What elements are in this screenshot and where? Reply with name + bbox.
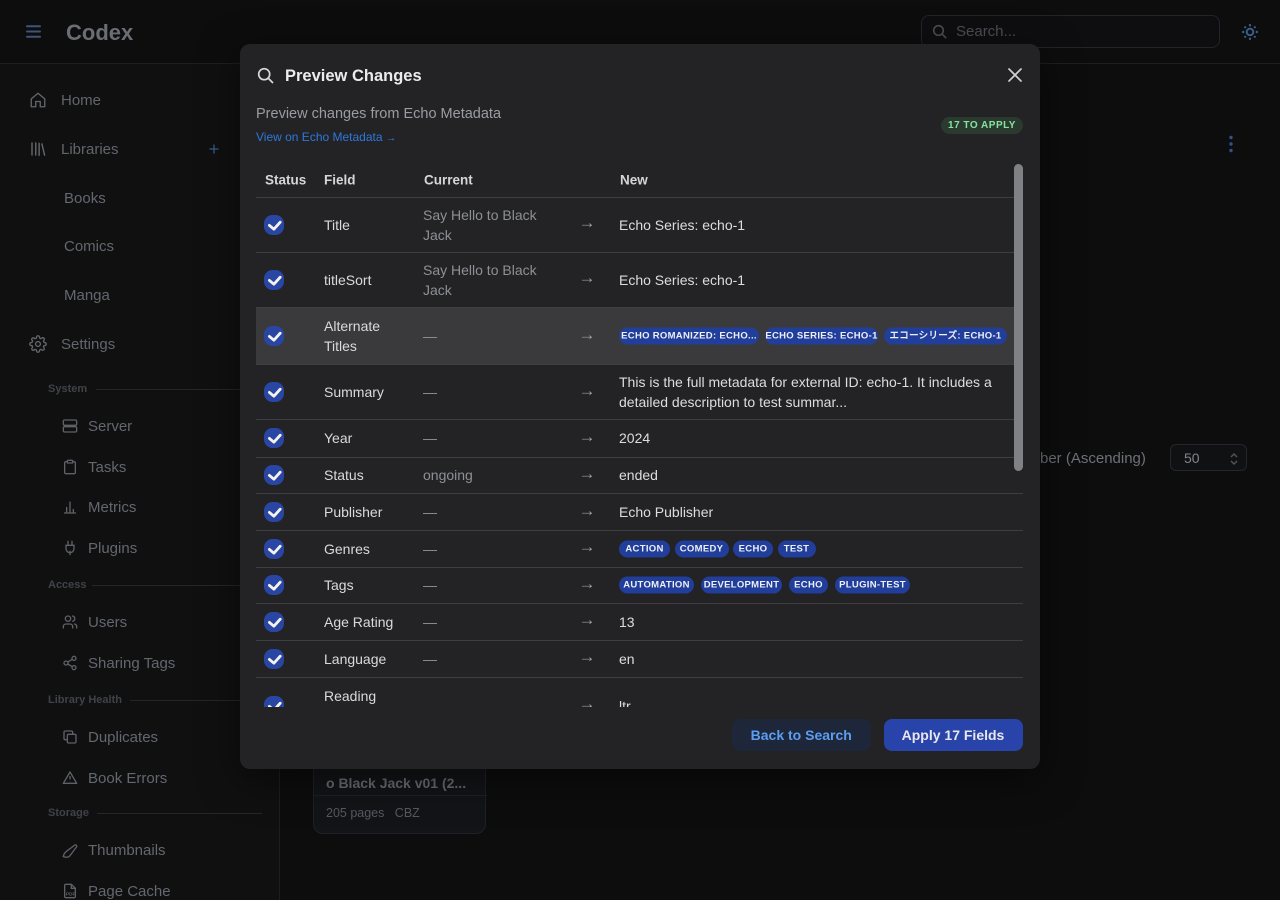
svg-text:PDF: PDF (66, 892, 75, 897)
